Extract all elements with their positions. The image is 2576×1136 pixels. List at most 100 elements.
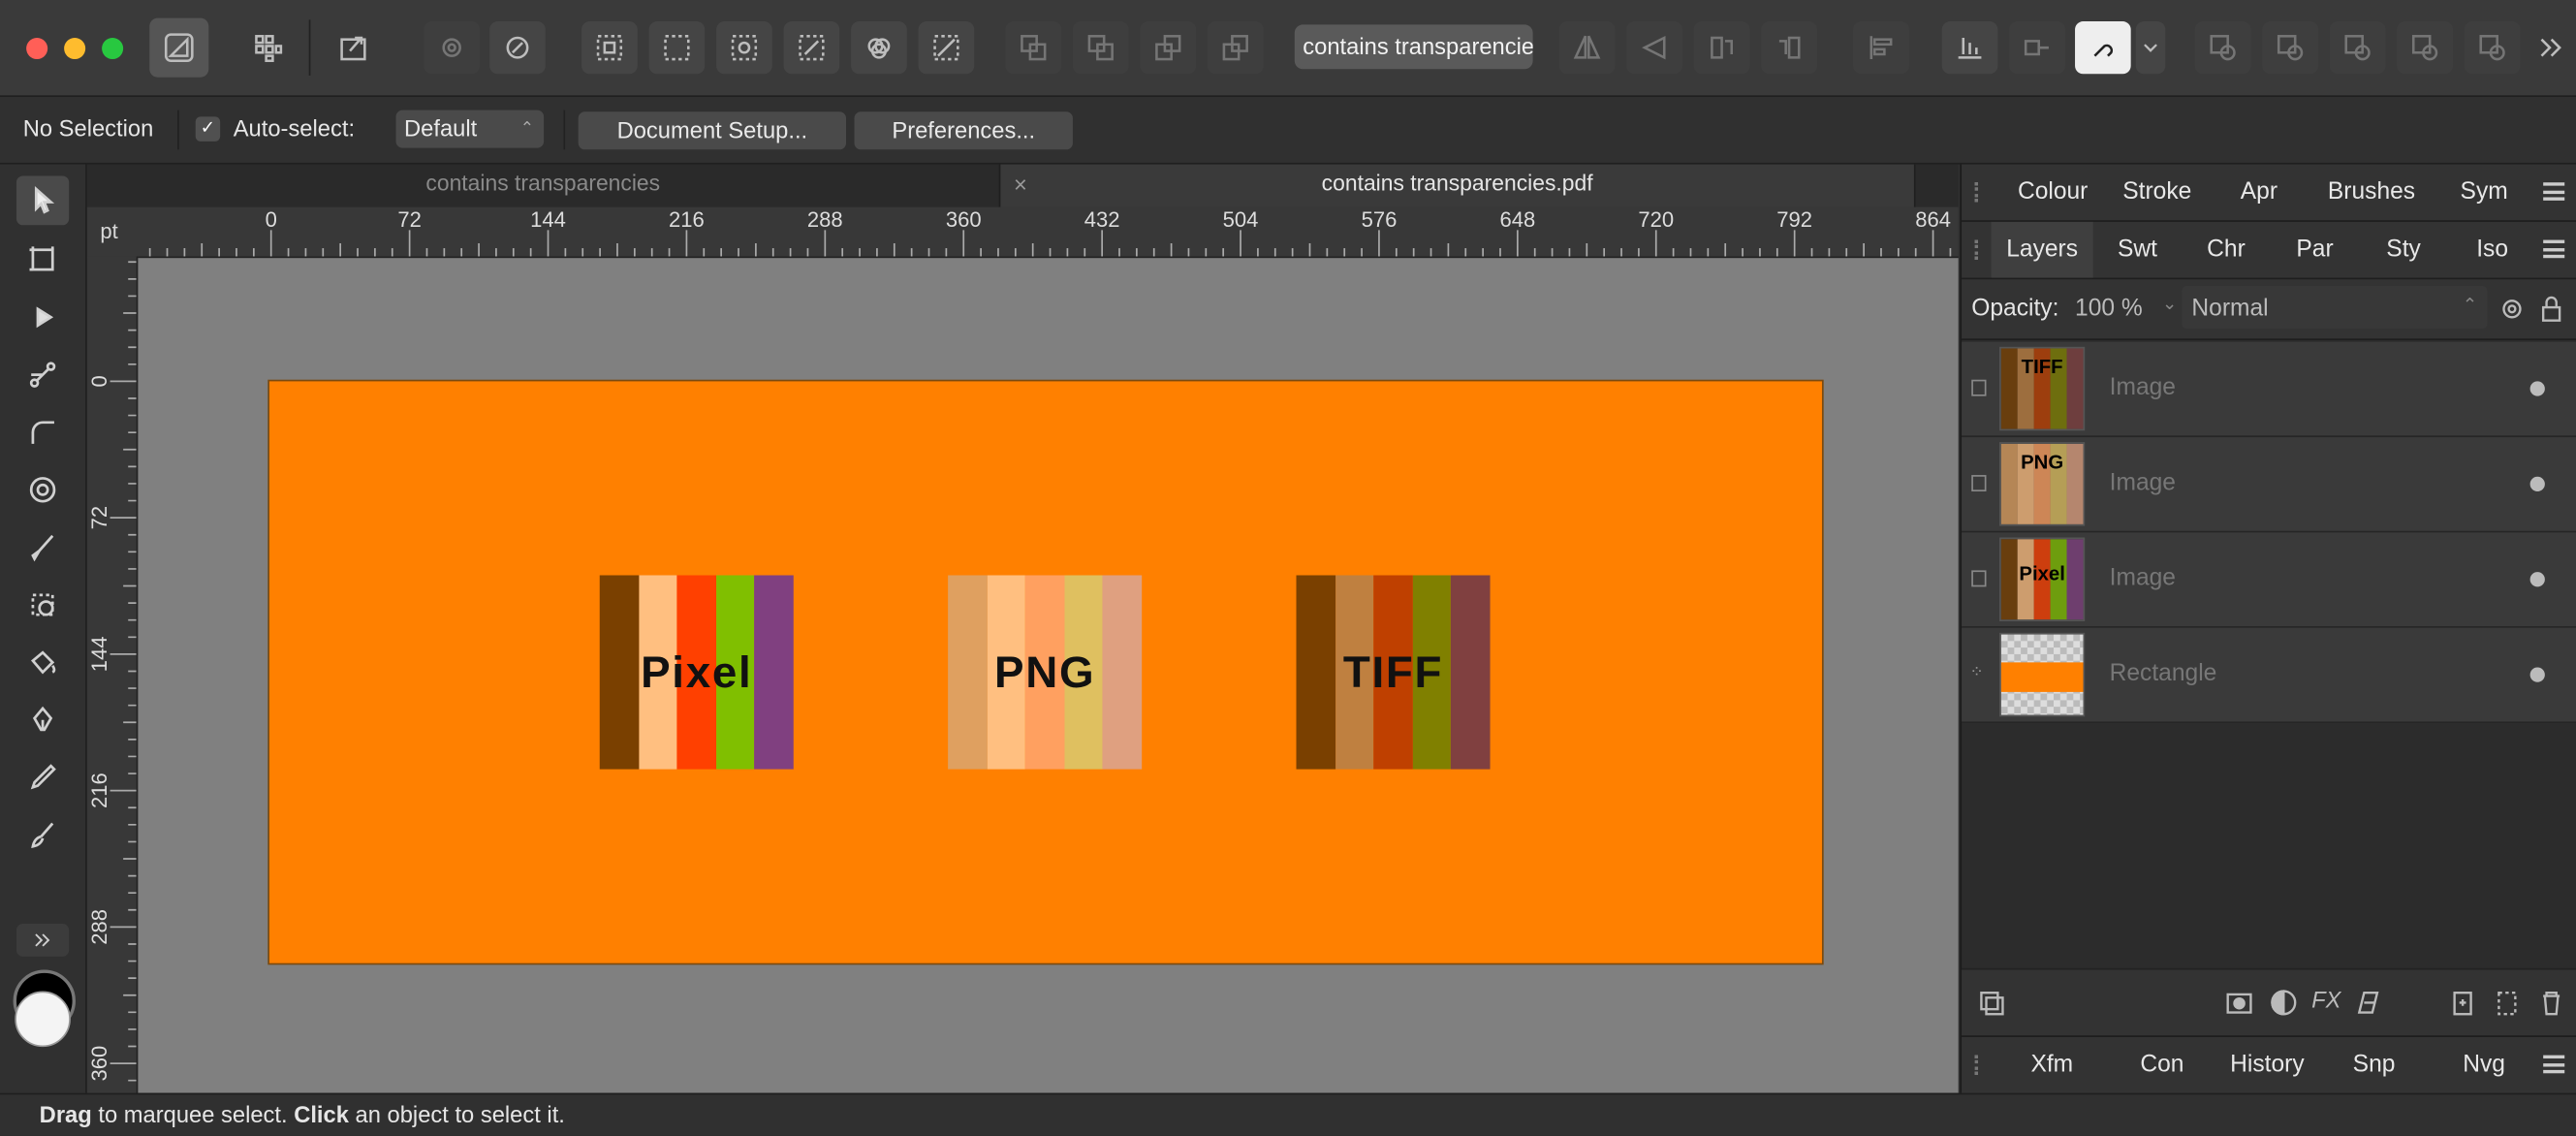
designer-persona-icon[interactable] <box>149 17 209 78</box>
blend-mode-dropdown[interactable]: Normal ⌃ <box>2182 286 2488 330</box>
document-setup-button[interactable]: Document Setup... <box>578 111 847 150</box>
select-linked-icon[interactable] <box>783 21 840 75</box>
tab-brushes[interactable]: Brushes <box>2309 165 2433 221</box>
fill-colour-swatch[interactable] <box>15 991 71 1048</box>
live-filter-icon[interactable] <box>2353 988 2383 1018</box>
studio-grid-icon[interactable] <box>239 21 296 74</box>
tab-paragraph[interactable]: Par <box>2271 222 2360 278</box>
deselect-icon[interactable] <box>648 21 706 75</box>
shape-builder-icon[interactable] <box>16 581 69 630</box>
snapping-settings-icon[interactable] <box>489 21 546 75</box>
panel-menu-icon[interactable] <box>2543 1055 2565 1074</box>
panel-menu-icon[interactable] <box>2543 239 2565 259</box>
canvas-area[interactable]: Pixel PNG TIFF <box>138 258 1959 1093</box>
pencil-tool-icon[interactable] <box>16 753 69 803</box>
brush-tool-icon[interactable] <box>16 522 69 572</box>
tab-constraints[interactable]: Con <box>2122 1037 2201 1093</box>
close-window-button[interactable] <box>26 38 48 60</box>
move-forward-one-icon[interactable] <box>1140 21 1197 75</box>
tab-snapshots[interactable]: Snp <box>2335 1037 2413 1093</box>
hide-effects-icon[interactable] <box>918 21 975 75</box>
share-export-icon[interactable] <box>326 21 382 74</box>
contour-tool-icon[interactable] <box>16 465 69 515</box>
adjustment-icon[interactable] <box>2269 988 2299 1018</box>
autoselect-mode-dropdown[interactable]: Default ⌃ <box>395 110 545 148</box>
flip-horizontal-icon[interactable] <box>1558 21 1616 75</box>
trash-icon[interactable] <box>2536 988 2566 1018</box>
preferences-button[interactable]: Preferences... <box>854 111 1073 150</box>
tab-isolation[interactable]: Iso <box>2448 222 2537 278</box>
artboard-tool-icon[interactable] <box>16 235 69 284</box>
snap-dropdown-chevron-icon[interactable] <box>2135 21 2166 75</box>
tiff-image[interactable]: TIFF <box>1296 575 1491 770</box>
view-settings-icon[interactable] <box>424 21 480 75</box>
snap-options-icon[interactable] <box>2009 21 2065 75</box>
corner-tool-icon[interactable] <box>16 408 69 458</box>
tab-navigator[interactable]: Nvg <box>2444 1037 2523 1093</box>
tab-transform[interactable]: Xfm <box>1992 1037 2113 1093</box>
lock-icon[interactable] <box>2536 295 2566 325</box>
tab-history[interactable]: History <box>2210 1037 2325 1093</box>
gear-icon[interactable] <box>2497 295 2528 325</box>
select-effects-icon[interactable] <box>851 21 907 75</box>
xor-boolean-icon[interactable] <box>2397 21 2453 75</box>
toolbar-overflow-icon[interactable] <box>2533 21 2569 74</box>
snapping-icon[interactable] <box>1941 21 1998 75</box>
select-all-icon[interactable] <box>581 21 638 75</box>
add-layer-icon[interactable] <box>2448 988 2478 1018</box>
png-image[interactable]: PNG <box>948 575 1143 770</box>
rotate-right-icon[interactable] <box>1761 21 1817 75</box>
rotate-left-icon[interactable] <box>1693 21 1750 75</box>
tab-swatches[interactable]: Swt <box>2093 222 2183 278</box>
chevron-down-icon[interactable]: ⌄ <box>2162 293 2178 314</box>
layer-row[interactable]: ⁘ Rectangle <box>1962 627 2576 724</box>
node-tool-icon[interactable] <box>16 293 69 342</box>
point-transform-tool-icon[interactable] <box>16 350 69 399</box>
tab-appearance[interactable]: Apr <box>2208 165 2309 221</box>
fill-tool-icon[interactable] <box>16 638 69 687</box>
layer-row[interactable]: Pixel Image <box>1962 532 2576 628</box>
mask-layer-icon[interactable] <box>2224 988 2254 1018</box>
tab-colour[interactable]: Colour <box>1992 165 2115 221</box>
fx-icon[interactable]: FX <box>2311 986 2340 1012</box>
pen-tool-icon[interactable] <box>16 695 69 744</box>
layer-stack-icon[interactable] <box>1976 988 2006 1018</box>
layer-row[interactable]: PNG Image <box>1962 437 2576 533</box>
intersect-boolean-icon[interactable] <box>2329 21 2386 75</box>
visibility-dot-icon[interactable] <box>2529 572 2545 587</box>
minimize-window-button[interactable] <box>64 38 86 60</box>
move-tool-icon[interactable] <box>16 175 70 226</box>
tab-styles[interactable]: Sty <box>2359 222 2448 278</box>
tab-contains-transparencies[interactable]: contains transparencies <box>86 164 1001 207</box>
tab-stroke[interactable]: Stroke <box>2115 165 2200 221</box>
orange-rectangle[interactable]: Pixel PNG TIFF <box>269 381 1822 963</box>
move-back-one-icon[interactable] <box>1072 21 1129 75</box>
close-tab-icon[interactable]: × <box>1014 165 1027 205</box>
divide-boolean-icon[interactable] <box>2464 21 2521 75</box>
flip-vertical-icon[interactable] <box>1626 21 1682 75</box>
visibility-dot-icon[interactable] <box>2529 381 2545 396</box>
select-same-icon[interactable] <box>716 21 772 75</box>
move-to-back-icon[interactable] <box>1005 21 1062 75</box>
subtract-boolean-icon[interactable] <box>2262 21 2318 75</box>
tab-contains-transparencies-pdf[interactable]: × contains transparencies.pdf <box>1000 164 1916 207</box>
layer-row[interactable]: TIFF Image <box>1962 341 2576 438</box>
visibility-dot-icon[interactable] <box>2529 667 2545 682</box>
tools-expand-icon[interactable] <box>16 923 70 957</box>
pixel-image[interactable]: Pixel <box>599 575 794 770</box>
opacity-value[interactable]: 100 % <box>2075 296 2143 322</box>
vector-brush-tool-icon[interactable] <box>16 810 69 860</box>
add-pixel-layer-icon[interactable] <box>2493 988 2523 1018</box>
panel-menu-icon[interactable] <box>2543 182 2565 201</box>
tab-symbols[interactable]: Sym <box>2438 165 2530 221</box>
zoom-window-button[interactable] <box>102 38 124 60</box>
add-boolean-icon[interactable] <box>2194 21 2251 75</box>
tab-layers[interactable]: Layers <box>1991 221 2093 278</box>
visibility-dot-icon[interactable] <box>2529 476 2545 492</box>
magnet-snap-icon[interactable] <box>2075 21 2131 75</box>
document-search-field[interactable]: contains transparencies <box>1294 24 1533 70</box>
autoselect-checkbox[interactable]: ✓ <box>195 116 221 142</box>
tab-character[interactable]: Chr <box>2182 222 2271 278</box>
align-icon[interactable] <box>1853 21 1909 75</box>
move-to-front-icon[interactable] <box>1207 21 1264 75</box>
